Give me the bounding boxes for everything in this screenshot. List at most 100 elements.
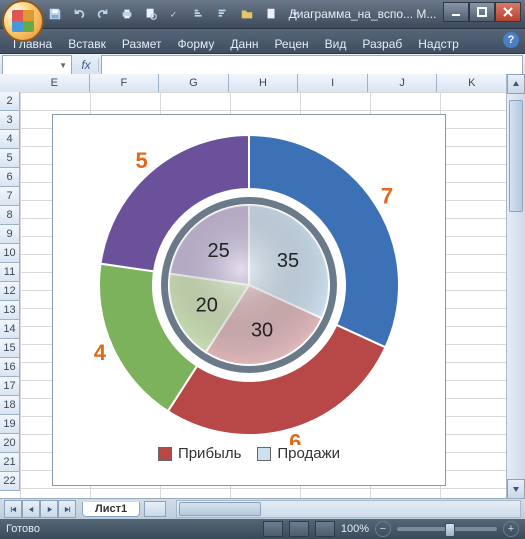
sheet-tabs-bar: Лист1 <box>0 498 525 519</box>
chart-data-label: 4 <box>94 340 107 365</box>
row-header[interactable]: 3 <box>0 111 20 130</box>
minimize-button[interactable] <box>443 2 469 22</box>
scroll-down-button[interactable] <box>507 479 525 499</box>
zoom-slider-thumb[interactable] <box>445 523 455 537</box>
tab-data[interactable]: Данн <box>223 34 265 53</box>
sort-desc-icon[interactable] <box>212 3 234 25</box>
column-header[interactable]: F <box>90 74 160 93</box>
chart-object[interactable]: 764535302025 ПрибыльПродажи <box>52 114 446 486</box>
sheet-nav-prev-icon[interactable] <box>22 500 40 518</box>
column-header[interactable]: G <box>159 74 229 93</box>
quick-print-icon[interactable] <box>116 3 138 25</box>
row-header[interactable]: 14 <box>0 320 20 339</box>
chevron-down-icon[interactable]: ▼ <box>59 61 67 70</box>
row-header[interactable]: 21 <box>0 453 20 472</box>
status-bar: Готово 100% − + <box>0 519 525 539</box>
save-icon[interactable] <box>44 3 66 25</box>
fx-icon[interactable]: fx <box>74 58 99 72</box>
worksheet-area: EFGHIJK 23456789101112131415161718192021… <box>0 74 525 499</box>
column-headers: EFGHIJK <box>20 74 507 92</box>
legend-item: Прибыль <box>158 445 241 462</box>
row-headers: 2345678910111213141516171819202122 <box>0 92 20 499</box>
zoom-slider[interactable] <box>397 527 497 531</box>
row-header[interactable]: 11 <box>0 263 20 282</box>
row-header[interactable]: 5 <box>0 149 20 168</box>
vertical-scrollbar[interactable] <box>506 74 525 499</box>
maximize-button[interactable] <box>469 2 495 22</box>
row-header[interactable]: 8 <box>0 206 20 225</box>
open-icon[interactable] <box>236 3 258 25</box>
sheet-nav-first-icon[interactable] <box>4 500 22 518</box>
legend-swatch <box>158 447 172 461</box>
zoom-percent[interactable]: 100% <box>341 523 369 535</box>
sheet-tab-new-icon[interactable] <box>144 501 166 517</box>
column-header[interactable]: K <box>437 74 507 93</box>
view-page-break-icon[interactable] <box>315 521 335 537</box>
row-header[interactable]: 17 <box>0 377 20 396</box>
row-header[interactable]: 12 <box>0 282 20 301</box>
column-header[interactable]: H <box>229 74 299 93</box>
tab-view[interactable]: Вид <box>318 34 354 53</box>
svg-text:✓: ✓ <box>170 10 177 20</box>
scroll-up-button[interactable] <box>507 74 525 94</box>
formula-input[interactable] <box>101 55 523 75</box>
chart-data-label: 35 <box>277 250 299 272</box>
view-page-layout-icon[interactable] <box>289 521 309 537</box>
sheet-tab-active[interactable]: Лист1 <box>82 502 140 517</box>
window-title: Диаграмма_на_вспо... M... <box>280 7 445 21</box>
view-normal-icon[interactable] <box>263 521 283 537</box>
row-header[interactable]: 7 <box>0 187 20 206</box>
close-button[interactable] <box>495 2 521 22</box>
row-header[interactable]: 22 <box>0 472 20 491</box>
spelling-icon[interactable]: ✓ <box>164 3 186 25</box>
name-box[interactable]: ▼ <box>2 55 72 75</box>
zoom-in-button[interactable]: + <box>503 521 519 537</box>
chart-data-label: 7 <box>381 183 393 208</box>
tab-insert[interactable]: Вставк <box>61 34 113 53</box>
tab-layout[interactable]: Размет <box>115 34 169 53</box>
chart-data-label: 5 <box>135 148 147 173</box>
row-header[interactable]: 13 <box>0 301 20 320</box>
row-header[interactable]: 16 <box>0 358 20 377</box>
zoom-out-button[interactable]: − <box>375 521 391 537</box>
row-header[interactable]: 4 <box>0 130 20 149</box>
select-all-corner[interactable] <box>0 74 21 93</box>
legend-label: Прибыль <box>178 445 241 462</box>
row-header[interactable]: 15 <box>0 339 20 358</box>
column-header[interactable]: I <box>298 74 368 93</box>
column-header[interactable]: J <box>368 74 438 93</box>
help-icon[interactable]: ? <box>503 32 519 48</box>
row-header[interactable]: 10 <box>0 244 20 263</box>
app-window: ✓ Диаграмма_на_вспо... M... Главна Встав… <box>0 0 525 539</box>
row-header[interactable]: 18 <box>0 396 20 415</box>
column-header[interactable]: E <box>20 74 90 93</box>
horizontal-scroll-thumb[interactable] <box>179 502 261 516</box>
office-button[interactable] <box>2 0 44 42</box>
chart-data-label: 20 <box>196 294 218 316</box>
print-preview-icon[interactable] <box>140 3 162 25</box>
chart-data-label: 25 <box>207 240 229 262</box>
row-header[interactable]: 2 <box>0 92 20 111</box>
cell-grid[interactable]: 764535302025 ПрибыльПродажи <box>20 92 507 499</box>
horizontal-scrollbar[interactable] <box>176 500 521 518</box>
chart-data-label: 30 <box>251 320 273 342</box>
row-header[interactable]: 19 <box>0 415 20 434</box>
ribbon-tabs: Главна Вставк Размет Форму Данн Рецен Ви… <box>0 29 525 54</box>
office-logo-icon <box>12 10 34 32</box>
sort-asc-icon[interactable] <box>188 3 210 25</box>
sheet-nav-last-icon[interactable] <box>58 500 76 518</box>
row-header[interactable]: 9 <box>0 225 20 244</box>
tab-formulas[interactable]: Форму <box>171 34 222 53</box>
undo-icon[interactable] <box>68 3 90 25</box>
tab-developer[interactable]: Разраб <box>355 34 409 53</box>
tab-addins[interactable]: Надстр <box>411 34 466 53</box>
tab-review[interactable]: Рецен <box>267 34 315 53</box>
row-header[interactable]: 20 <box>0 434 20 453</box>
chart-legend: Прибыль Продажи <box>53 445 445 475</box>
row-header[interactable]: 6 <box>0 168 20 187</box>
vertical-scroll-thumb[interactable] <box>509 100 523 212</box>
legend-label: Продажи <box>277 445 340 462</box>
redo-icon[interactable] <box>92 3 114 25</box>
new-icon[interactable] <box>260 3 282 25</box>
sheet-nav-next-icon[interactable] <box>40 500 58 518</box>
